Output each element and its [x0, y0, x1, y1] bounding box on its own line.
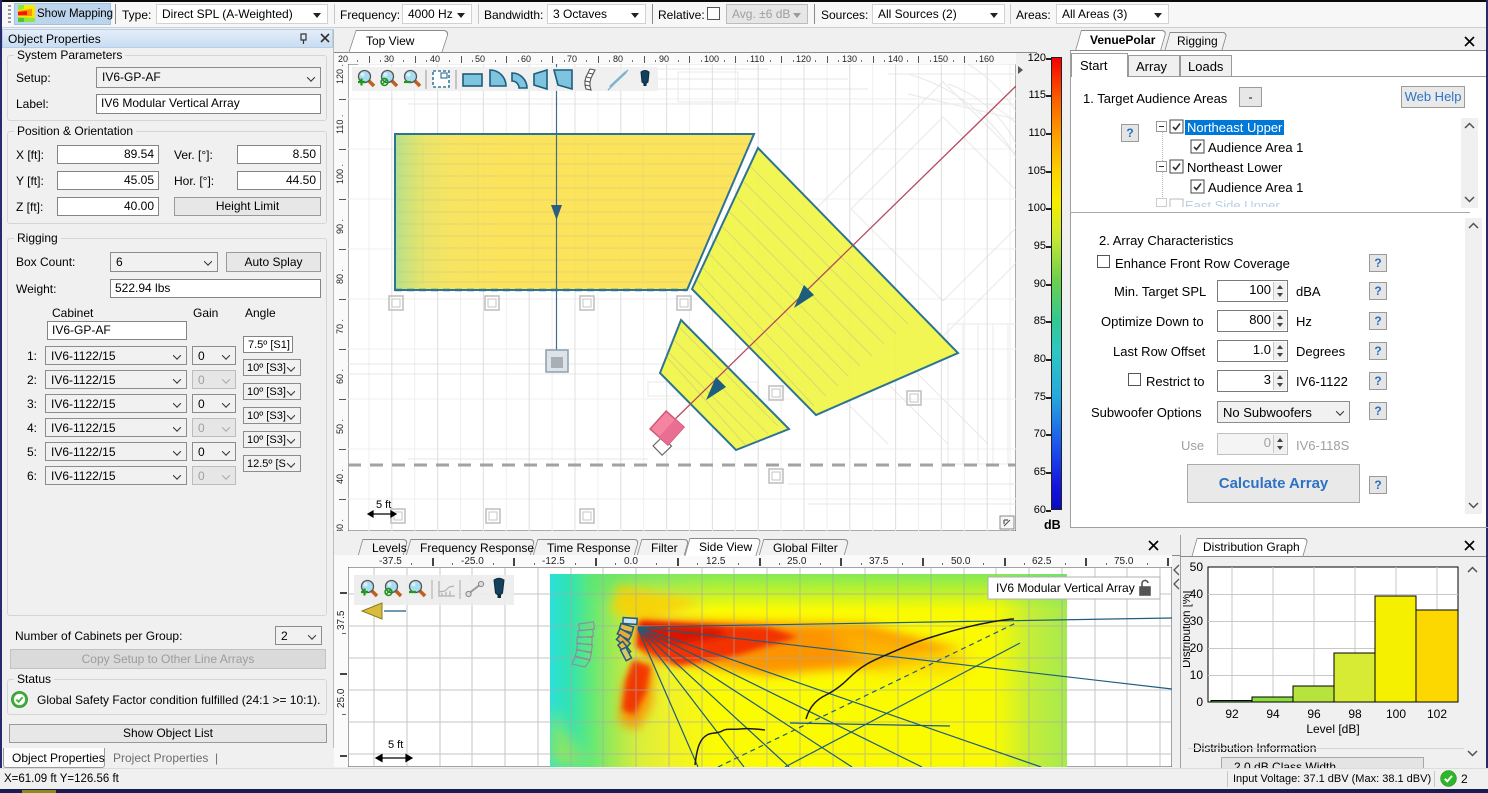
- svg-text:0: 0: [1196, 695, 1203, 709]
- svg-text:Level [dB]: Level [dB]: [1306, 722, 1359, 736]
- svg-text:92: 92: [1225, 707, 1239, 721]
- svg-text:5 ft: 5 ft: [388, 739, 403, 751]
- svg-text:50: 50: [1190, 560, 1204, 574]
- svg-text:100: 100: [1386, 707, 1406, 721]
- svg-text:96: 96: [1307, 707, 1321, 721]
- svg-text:IV6 Modular Vertical Array: IV6 Modular Vertical Array: [996, 581, 1135, 595]
- svg-text:10: 10: [1190, 668, 1204, 682]
- svg-text:94: 94: [1266, 707, 1280, 721]
- svg-text:98: 98: [1348, 707, 1362, 721]
- svg-text:Distribution [%]: Distribution [%]: [1183, 591, 1193, 668]
- svg-text:102: 102: [1427, 707, 1447, 721]
- svg-text:5 ft: 5 ft: [376, 499, 391, 511]
